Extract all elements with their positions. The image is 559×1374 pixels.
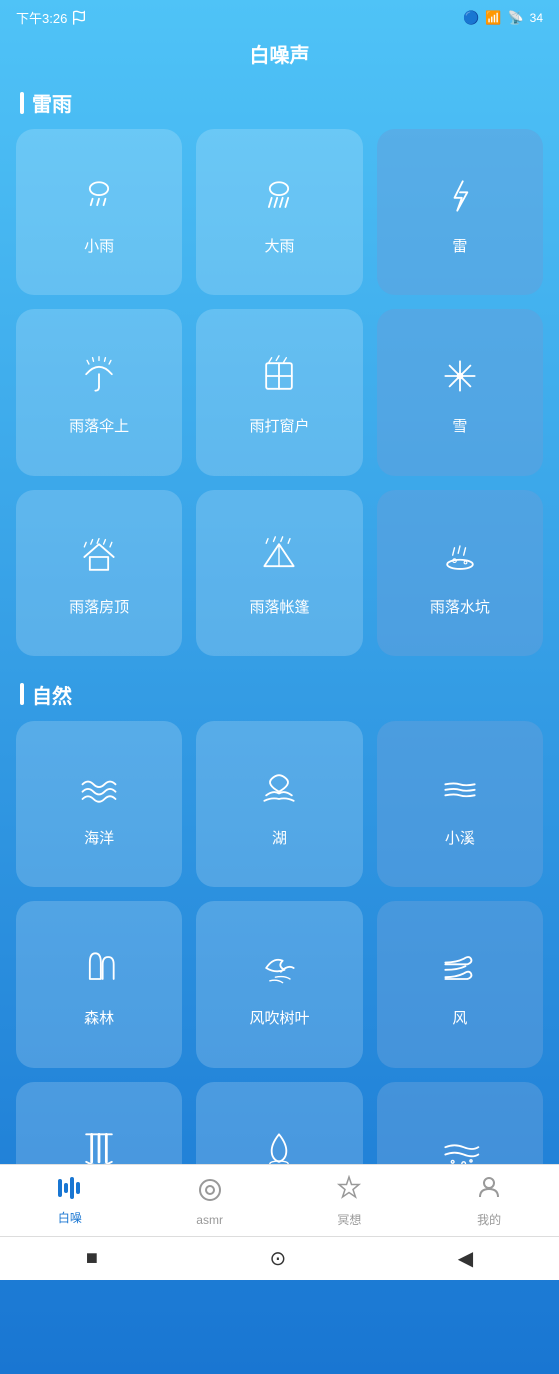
status-icons: 🔵 📶 📡 34 [463, 10, 543, 26]
sound-label-wind: 风 [452, 1007, 467, 1028]
section-bar [20, 92, 24, 114]
nav-label-mine: 我的 [477, 1211, 501, 1228]
forest-icon [77, 946, 121, 997]
sound-label-forest: 森林 [84, 1007, 114, 1028]
stream-icon [438, 766, 482, 817]
sound-label-lake: 湖 [272, 827, 287, 848]
sound-card-umbrella-rain[interactable]: 雨落伞上 [16, 309, 182, 475]
nav-label-meditation: 冥想 [337, 1211, 361, 1228]
light-rain-icon [77, 174, 121, 225]
bottom-nav: 白噪 asmr 冥想 我的 [0, 1164, 559, 1236]
sound-card-rain-window[interactable]: 雨打窗户 [196, 309, 362, 475]
sound-card-wind-leaves[interactable]: 风吹树叶 [196, 901, 362, 1067]
sound-label-rain-window: 雨打窗户 [249, 415, 309, 436]
star-icon [336, 1175, 362, 1207]
rain-tent-icon [257, 535, 301, 586]
android-nav-bar: ■ ⊙ ◀ [0, 1236, 559, 1280]
sound-card-stream[interactable]: 小溪 [377, 721, 543, 887]
sound-card-wind[interactable]: 风 [377, 901, 543, 1067]
sound-card-heavy-rain[interactable]: 大雨 [196, 129, 362, 295]
nav-item-white-noise[interactable]: 白噪 [40, 1177, 100, 1226]
sound-card-light-rain[interactable]: 小雨 [16, 129, 182, 295]
thunder-grid: 小雨 大雨 雷 [0, 129, 559, 672]
sound-label-rain-tent: 雨落帐篷 [249, 596, 309, 617]
android-home-btn[interactable]: ⊙ [269, 1246, 286, 1271]
sound-card-rain-tent[interactable]: 雨落帐篷 [196, 490, 362, 656]
section-header-thunder: 雷雨 [0, 80, 559, 129]
section-label-thunder: 雷雨 [32, 88, 72, 117]
rain-puddle-icon [438, 535, 482, 586]
wifi-icon: 📡 [507, 10, 523, 26]
nav-item-asmr[interactable]: asmr [180, 1177, 240, 1227]
sound-card-lake[interactable]: 湖 [196, 721, 362, 887]
nav-label-white-noise: 白噪 [58, 1209, 82, 1226]
status-bar: 下午3:26 🔵 📶 📡 34 [0, 0, 559, 35]
umbrella-rain-icon [77, 354, 121, 405]
ocean-icon [77, 766, 121, 817]
android-back-btn[interactable]: ◀ [458, 1246, 473, 1271]
page-title: 白噪声 [0, 35, 559, 80]
sound-card-ocean[interactable]: 海洋 [16, 721, 182, 887]
wind-leaves-icon [257, 946, 301, 997]
time-label: 下午3:26 [16, 8, 67, 27]
sound-label-wind-leaves: 风吹树叶 [249, 1007, 309, 1028]
nav-item-meditation[interactable]: 冥想 [319, 1175, 379, 1228]
wind-icon [438, 946, 482, 997]
sound-label-thunder: 雷 [452, 235, 467, 256]
sound-card-rain-puddle[interactable]: 雨落水坑 [377, 490, 543, 656]
section-label-nature: 自然 [32, 680, 72, 709]
nav-label-asmr: asmr [196, 1213, 223, 1227]
sound-card-thunder[interactable]: 雷 [377, 129, 543, 295]
circle-dot-icon [197, 1177, 223, 1209]
sound-label-stream: 小溪 [445, 827, 475, 848]
sound-label-rain-roof: 雨落房顶 [69, 596, 129, 617]
sound-card-forest[interactable]: 森林 [16, 901, 182, 1067]
section-bar-nature [20, 683, 24, 705]
bluetooth-icon: 🔵 [463, 10, 479, 26]
sound-card-snow[interactable]: 雪 [377, 309, 543, 475]
sound-label-snow: 雪 [452, 415, 467, 436]
sound-label-umbrella-rain: 雨落伞上 [69, 415, 129, 436]
android-square-btn[interactable]: ■ [86, 1247, 98, 1270]
rain-window-icon [257, 354, 301, 405]
section-header-nature: 自然 [0, 672, 559, 721]
lake-icon [257, 766, 301, 817]
sound-label-heavy-rain: 大雨 [264, 235, 294, 256]
sound-card-rain-roof[interactable]: 雨落房顶 [16, 490, 182, 656]
thunder-icon [438, 174, 482, 225]
status-time: 下午3:26 [16, 8, 87, 27]
rain-roof-icon [77, 535, 121, 586]
signal-icon: 📶 [485, 10, 501, 26]
battery-icon: 34 [530, 11, 543, 25]
nav-item-mine[interactable]: 我的 [459, 1175, 519, 1228]
snow-icon [438, 354, 482, 405]
sound-label-ocean: 海洋 [84, 827, 114, 848]
bars-icon [57, 1177, 83, 1205]
sound-label-rain-puddle: 雨落水坑 [430, 596, 490, 617]
heavy-rain-icon [257, 174, 301, 225]
sound-label-light-rain: 小雨 [84, 235, 114, 256]
person-icon [476, 1175, 502, 1207]
